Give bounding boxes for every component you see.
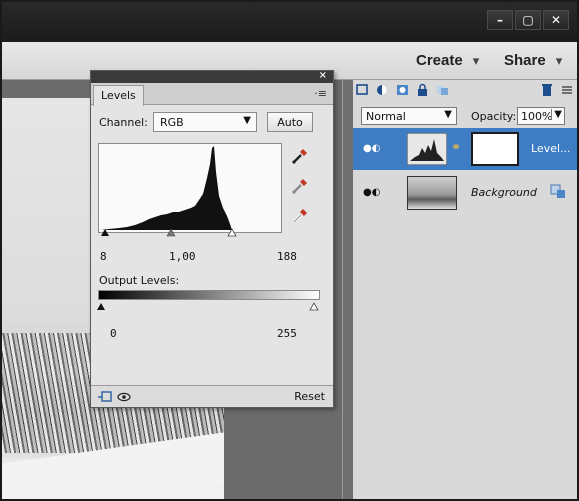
chevron-down-icon: ▼ (444, 109, 452, 120)
lock-all-icon[interactable] (435, 83, 451, 97)
panel-scrollbar[interactable] (343, 80, 353, 499)
input-gamma-value[interactable]: 1,00 (169, 250, 196, 263)
locked-background-icon[interactable] (549, 183, 567, 201)
visibility-eye-icon[interactable]: ●◐ (363, 143, 380, 154)
levels-tab-bar: Levels ·≡ (91, 83, 333, 106)
visibility-eye-icon[interactable]: ●◐ (363, 187, 380, 198)
panel-header[interactable]: × (91, 70, 333, 83)
adjustment-layer-icon[interactable] (375, 83, 391, 97)
app-window: – ▢ ✕ Create ▾ Share ▾ Normal ▼ Opacity:… (0, 0, 579, 501)
mask-link-icon[interactable]: ⚭ (451, 140, 461, 154)
output-black-handle (97, 303, 105, 310)
layer-mask-thumbnail[interactable] (471, 132, 519, 166)
chevron-down-icon: ▾ (555, 53, 563, 68)
close-window-button[interactable]: ✕ (543, 10, 569, 30)
levels-footer: Reset (91, 385, 333, 407)
levels-panel: × Levels ·≡ Channel: RGB ▼ Auto 8 1,00 1… (90, 70, 334, 408)
input-black-value[interactable]: 8 (100, 250, 107, 263)
mask-icon[interactable] (395, 83, 411, 97)
input-black-handle (101, 229, 109, 236)
chevron-down-icon[interactable]: ▼ (551, 109, 562, 120)
input-white-value[interactable]: 188 (277, 250, 297, 263)
opacity-value: 100% (521, 110, 553, 123)
output-black-value[interactable]: 0 (110, 327, 117, 340)
blend-mode-value: Normal (366, 110, 406, 123)
opacity-label: Opacity: (471, 110, 517, 123)
share-label: Share (504, 52, 546, 69)
levels-adjustment-thumbnail (407, 133, 447, 165)
white-point-eyedropper-icon[interactable] (291, 207, 309, 225)
output-white-handle (309, 302, 319, 311)
layers-toolbar (355, 80, 577, 100)
input-gamma-handle (166, 228, 176, 237)
restore-button[interactable]: ▢ (515, 10, 541, 30)
layer-row-background[interactable]: ●◐ Background (353, 172, 577, 214)
layer-name-levels[interactable]: Level... (531, 142, 571, 155)
channel-value: RGB (160, 116, 184, 129)
chevron-down-icon: ▾ (472, 53, 480, 68)
output-white-value[interactable]: 255 (277, 327, 297, 340)
close-icon[interactable]: × (319, 70, 327, 81)
create-label: Create (416, 52, 463, 69)
channel-select[interactable]: RGB ▼ (153, 112, 257, 132)
histogram (98, 143, 282, 233)
channel-label: Channel: (99, 116, 148, 129)
delete-layer-icon[interactable] (539, 83, 555, 97)
new-layer-icon[interactable] (355, 83, 371, 97)
reset-button[interactable]: Reset (294, 390, 325, 403)
panel-menu-icon[interactable] (559, 83, 575, 97)
output-levels-slider[interactable] (95, 300, 325, 312)
layers-panel: Normal ▼ Opacity: 100% ▼ ●◐ ⚭ Level... ●… (342, 80, 577, 499)
create-menu[interactable]: Create ▾ (416, 52, 479, 69)
tab-levels[interactable]: Levels (93, 85, 144, 106)
output-levels-label: Output Levels: (99, 274, 180, 287)
clip-to-layer-icon[interactable] (97, 391, 113, 403)
input-white-handle (227, 228, 237, 237)
title-bar: – ▢ ✕ (2, 2, 577, 42)
gray-point-eyedropper-icon[interactable] (291, 177, 309, 195)
blend-mode-select[interactable]: Normal ▼ (361, 107, 457, 125)
layer-row-levels[interactable]: ●◐ ⚭ Level... (353, 128, 577, 170)
black-point-eyedropper-icon[interactable] (291, 147, 309, 165)
input-levels-slider[interactable] (95, 226, 295, 238)
share-menu[interactable]: Share ▾ (504, 52, 562, 69)
output-gradient-bar (98, 290, 320, 300)
chevron-down-icon: ▼ (243, 115, 251, 126)
layer-name-background[interactable]: Background (471, 186, 537, 199)
panel-menu-icon[interactable]: ·≡ (314, 87, 327, 100)
minimize-button[interactable]: – (487, 10, 513, 30)
opacity-field[interactable]: 100% ▼ (517, 107, 565, 125)
auto-button[interactable]: Auto (267, 112, 313, 132)
lock-icon[interactable] (415, 83, 431, 97)
visibility-eye-icon[interactable] (117, 391, 131, 403)
background-thumbnail (407, 176, 457, 210)
